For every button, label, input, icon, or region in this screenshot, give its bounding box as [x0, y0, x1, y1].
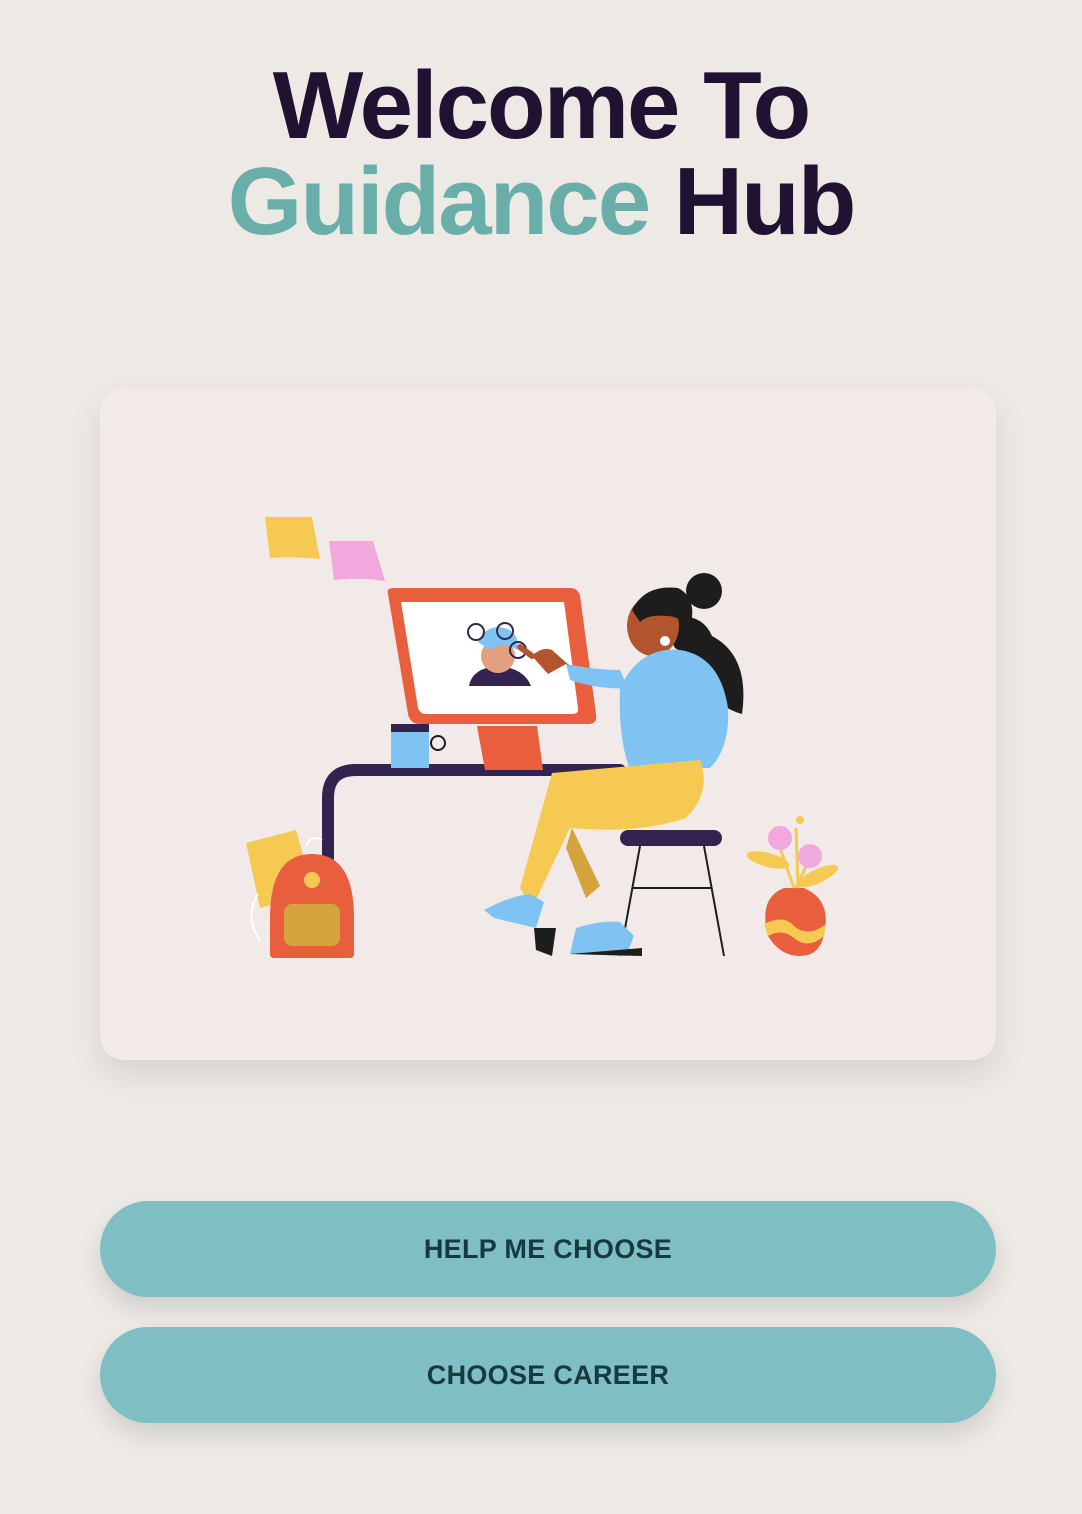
- title-last-word: Hub: [673, 148, 857, 255]
- cup: [391, 726, 429, 768]
- sticky-note-yellow: [265, 517, 320, 559]
- stool: [620, 830, 722, 846]
- illustration-card: [100, 388, 996, 1060]
- help-me-choose-button[interactable]: HELP ME CHOOSE: [100, 1201, 996, 1297]
- torso: [619, 649, 729, 770]
- woman-at-computer-illustration: [246, 517, 839, 958]
- hair-bun: [686, 573, 722, 609]
- shoe-left: [484, 894, 544, 928]
- title-line-welcome: Welcome To: [272, 52, 812, 159]
- sticky-note-pink: [329, 541, 385, 581]
- choose-career-button[interactable]: CHOOSE CAREER: [100, 1327, 996, 1423]
- page-title: Welcome To Guidance Hub: [0, 58, 1082, 250]
- title-line-brand: Guidance Hub: [0, 154, 1082, 250]
- title-accent-word: Guidance: [227, 148, 651, 255]
- monitor-stand: [477, 726, 543, 770]
